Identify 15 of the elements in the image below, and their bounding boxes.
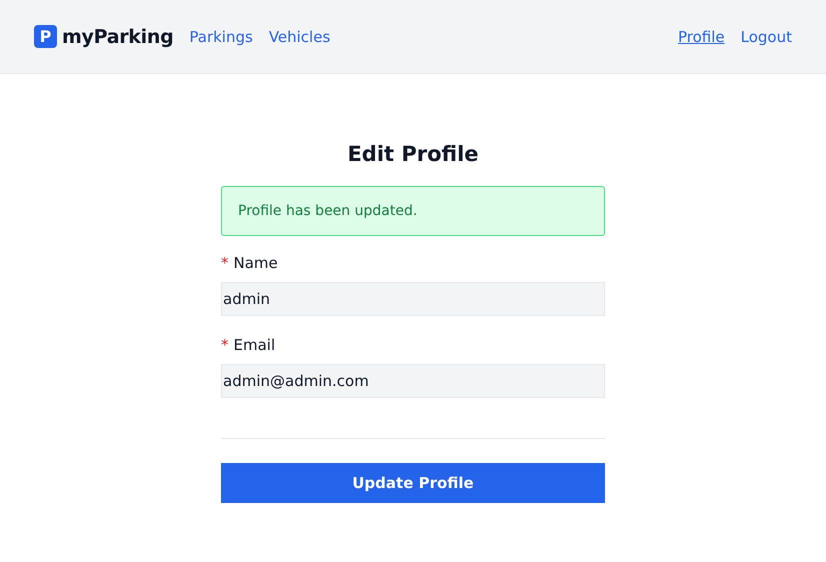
update-profile-button[interactable]: Update Profile xyxy=(221,463,605,503)
nav-link[interactable]: Vehicles xyxy=(268,28,330,46)
field-label: Email xyxy=(234,336,276,354)
brand-name[interactable]: myParking xyxy=(62,26,174,48)
nav-link[interactable]: Profile xyxy=(678,28,725,46)
required-mark: * xyxy=(221,336,228,354)
alert-message: Profile has been updated. xyxy=(238,203,418,219)
page-title: Edit Profile xyxy=(346,141,480,168)
logo-icon[interactable]: P xyxy=(34,25,57,48)
required-mark: * xyxy=(221,254,228,272)
input-field[interactable]: admin@admin.com xyxy=(221,364,605,398)
input-field[interactable]: admin xyxy=(221,282,605,316)
nav-link[interactable]: Parkings xyxy=(189,28,253,46)
field-label: Name xyxy=(234,254,278,272)
nav-link[interactable]: Logout xyxy=(740,28,792,46)
